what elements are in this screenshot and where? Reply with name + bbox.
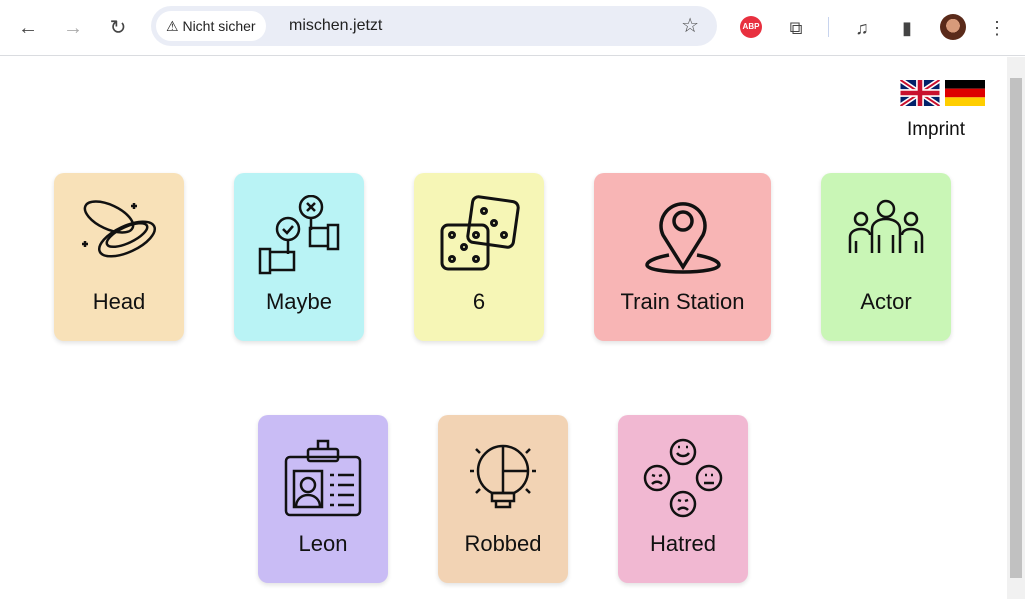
scrollbar[interactable]: [1007, 57, 1025, 599]
german-flag-icon[interactable]: [945, 80, 985, 106]
card-robbed[interactable]: Robbed: [438, 415, 568, 583]
card-hatred[interactable]: Hatred: [618, 415, 748, 583]
dice-icon: [440, 195, 520, 271]
group-people-icon: [848, 199, 924, 253]
card-actor[interactable]: Actor: [821, 173, 951, 341]
bookmark-star-icon[interactable]: ☆: [681, 6, 699, 46]
emotions-icon: [643, 438, 723, 518]
address-bar[interactable]: ⚠ Nicht sicher mischen.jetzt ☆: [151, 6, 717, 46]
location-pin-icon: [644, 202, 721, 274]
card-head[interactable]: Head: [54, 173, 184, 341]
card-label: Actor: [860, 289, 912, 314]
card-train-station[interactable]: Train Station: [594, 173, 771, 341]
media-queue-icon[interactable]: ♫: [848, 14, 876, 42]
puzzle-bulb-icon: [470, 444, 536, 509]
card-maybe[interactable]: Maybe: [234, 173, 364, 341]
coins-icon: [82, 200, 156, 258]
profile-avatar[interactable]: [940, 14, 966, 40]
forward-icon[interactable]: →: [59, 14, 87, 42]
card-label: Hatred: [649, 531, 717, 556]
scrollbar-thumb[interactable]: [1010, 78, 1022, 578]
card-leon[interactable]: Leon: [258, 415, 388, 583]
extensions-icon[interactable]: ⧉: [782, 14, 810, 42]
vote-hands-icon: [258, 195, 340, 275]
card-label: Maybe: [265, 289, 333, 314]
back-icon[interactable]: ←: [14, 14, 42, 42]
browser-toolbar: ← → ↻ ⚠ Nicht sicher mischen.jetzt ☆ ABP…: [0, 0, 1025, 56]
card-dice[interactable]: 6: [414, 173, 544, 341]
menu-kebab-icon[interactable]: ⋮: [983, 14, 1011, 42]
card-label: Head: [92, 289, 146, 314]
adblock-icon[interactable]: ABP: [740, 16, 762, 38]
warning-icon: ⚠: [166, 18, 183, 34]
side-panel-icon[interactable]: ▮: [893, 14, 921, 42]
card-label: Leon: [298, 531, 348, 556]
card-label: 6: [472, 289, 486, 314]
security-label: Nicht sicher: [182, 18, 256, 34]
id-badge-icon: [284, 439, 362, 517]
card-label: Robbed: [464, 531, 542, 556]
uk-flag-icon[interactable]: [900, 80, 940, 106]
reload-icon[interactable]: ↻: [104, 14, 132, 42]
security-chip[interactable]: ⚠ Nicht sicher: [156, 11, 266, 41]
url-text[interactable]: mischen.jetzt: [289, 6, 382, 46]
card-label: Train Station: [620, 289, 745, 314]
imprint-link[interactable]: Imprint: [896, 119, 976, 141]
divider: [828, 17, 829, 37]
